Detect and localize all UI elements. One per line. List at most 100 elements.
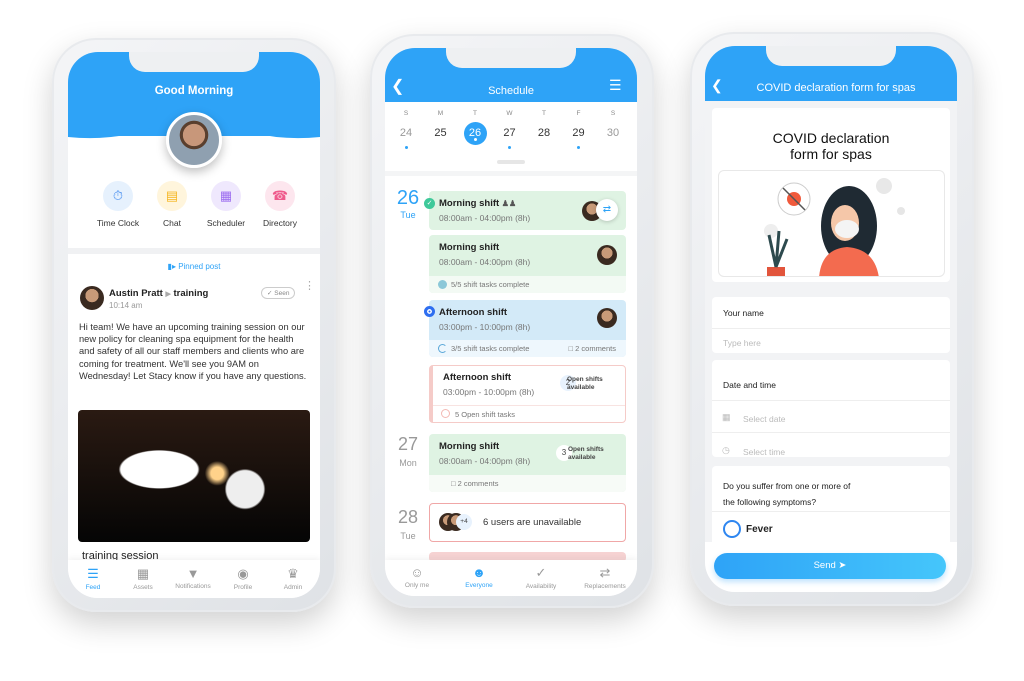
event-dot <box>404 146 408 149</box>
greeting-title: Good Morning <box>154 85 234 97</box>
weekday-letter: W <box>506 110 513 117</box>
unavailable-text: 6 users are unavailable <box>483 517 582 528</box>
tab-availability[interactable]: ✓ Availability <box>515 565 567 590</box>
chat-icon: ▤ <box>157 181 187 211</box>
day-number: 29 <box>572 127 585 139</box>
quick-action-directory[interactable]: ☎ Directory <box>250 181 310 228</box>
notch <box>446 48 576 68</box>
notch <box>129 52 259 72</box>
swap-icon: ⇄ <box>599 565 611 580</box>
quick-action-time-clock[interactable]: ⏱ Time Clock <box>88 181 148 228</box>
day-weekday: Mon <box>399 458 417 468</box>
calendar-day[interactable]: T 28 <box>529 110 559 145</box>
calendar-day[interactable]: F 29 <box>564 110 594 149</box>
divider <box>385 171 637 176</box>
comments-count: □ 2 comments <box>568 344 616 353</box>
form-title-card: COVID declaration form for spas <box>712 108 950 282</box>
employee-avatar <box>597 245 617 265</box>
post-time: 10:14 am <box>109 301 143 310</box>
stopwatch-icon: ⏱ <box>103 181 133 211</box>
fever-radio[interactable] <box>723 520 741 538</box>
arrow-right-icon: ▶ <box>165 291 171 298</box>
day-number: 27 <box>503 127 516 139</box>
post-author-line: Austin Pratt ▶ training <box>109 288 208 299</box>
list-clock-icon[interactable]: ☰ <box>609 77 622 94</box>
profile-icon: ◉ <box>237 566 249 581</box>
empty-circle-icon <box>441 409 450 418</box>
calendar-day[interactable]: M 25 <box>426 110 456 145</box>
employee-avatar <box>597 308 617 328</box>
shift-card[interactable]: Afternoon shift 03:00pm - 10:00pm (8h) 3… <box>429 300 626 357</box>
weekday-letter: T <box>542 110 546 117</box>
quick-action-scheduler[interactable]: ▦ Scheduler <box>196 181 256 228</box>
day-number: 28 <box>397 507 419 527</box>
grid-icon: ▦ <box>136 566 150 581</box>
extra-users-badge: +4 <box>456 514 472 530</box>
date-input[interactable]: Select date <box>743 414 786 424</box>
swap-icon[interactable]: ⇄ <box>596 199 618 221</box>
form-header-title: COVID declaration form for spas <box>756 82 916 94</box>
open-shift-card[interactable]: Morning shift 08:00am - 04:00pm (8h) 3 O… <box>429 434 626 492</box>
quick-action-label: Scheduler <box>206 218 246 228</box>
send-bar: Send ➤ <box>705 542 957 592</box>
day-weekday: Tue <box>400 531 416 541</box>
calendar-day[interactable]: S 30 <box>598 110 628 145</box>
tab-feed[interactable]: ☰ Feed <box>68 566 118 591</box>
post-image[interactable] <box>78 410 310 542</box>
phone-icon: ☎ <box>265 181 295 211</box>
quick-action-label: Directory <box>262 218 297 228</box>
comment-icon: □ <box>451 479 458 488</box>
bottom-tab-bar: ☰ Feed ▦ Assets ▼ Notifications ◉ Profile ♛ A… <box>68 560 320 598</box>
calendar-day[interactable]: W 27 <box>495 110 525 149</box>
name-field-card: Your name Type here <box>712 297 950 353</box>
time-input[interactable]: Select time <box>743 447 785 457</box>
open-shift-card[interactable]: Afternoon shift 03:00pm - 10:00pm (8h) 2… <box>429 365 626 423</box>
notch <box>766 46 896 66</box>
progress-icon <box>438 344 447 353</box>
people-icon: ☻ <box>472 565 486 580</box>
open-shifts-label: Open shifts available <box>567 376 603 391</box>
fever-option-label: Fever <box>746 524 773 535</box>
tab-profile[interactable]: ◉ Profile <box>218 566 268 591</box>
calendar-day[interactable]: S 24 <box>391 110 421 149</box>
check-circle-icon <box>438 280 447 289</box>
send-icon: ➤ <box>838 560 847 571</box>
calendar-icon: ▦ <box>722 412 731 422</box>
unavailable-card[interactable]: +4 6 users are unavailable <box>429 503 626 542</box>
tab-only-me[interactable]: ☺ Only me <box>391 565 443 589</box>
more-options-icon[interactable]: ⋮ <box>304 281 315 292</box>
event-dot <box>577 146 580 149</box>
weekday-letter: S <box>403 110 409 117</box>
tab-replacements[interactable]: ⇄ Replacements <box>577 565 633 590</box>
drag-handle[interactable] <box>497 160 525 164</box>
user-avatar[interactable] <box>166 112 222 168</box>
crown-icon: ♛ <box>287 566 299 581</box>
clock-icon: ◷ <box>722 445 730 455</box>
tab-admin[interactable]: ♛ Admin <box>268 566 318 591</box>
quick-action-chat[interactable]: ▤ Chat <box>142 181 202 228</box>
day-number: 28 <box>537 127 551 139</box>
send-button[interactable]: Send ➤ <box>714 553 946 579</box>
post-author[interactable]: Austin Pratt <box>109 288 163 299</box>
megaphone-icon: ▮▸ <box>167 262 179 271</box>
tab-assets[interactable]: ▦ Assets <box>118 566 168 591</box>
shift-card[interactable]: Morning shift ♟♟ 08:00am - 04:00pm (8h) … <box>429 191 626 230</box>
name-input[interactable]: Type here <box>723 338 761 348</box>
weekday-letter: F <box>576 110 581 117</box>
weekday-letter: S <box>610 110 616 117</box>
tab-notifications[interactable]: ▼ Notifications <box>168 566 218 590</box>
event-dot <box>508 146 511 149</box>
seen-badge: ✓ Seen <box>261 287 296 299</box>
day-number: 24 <box>399 127 413 139</box>
calendar-day[interactable]: T 26 <box>460 110 490 145</box>
post-channel[interactable]: training <box>174 288 209 299</box>
covid-illustration <box>718 170 945 277</box>
phone-form: ❮ COVID declaration form for spas COVID … <box>690 32 974 606</box>
open-shifts-label: Open shifts available <box>568 446 604 461</box>
person-icon: ☺ <box>410 565 424 580</box>
day-number: 27 <box>397 434 419 454</box>
author-avatar[interactable] <box>80 286 104 310</box>
group-icon: ♟♟ <box>501 199 517 208</box>
tab-everyone[interactable]: ☻ Everyone <box>453 565 505 589</box>
shift-card[interactable]: Morning shift 08:00am - 04:00pm (8h) 5/5… <box>429 235 626 293</box>
